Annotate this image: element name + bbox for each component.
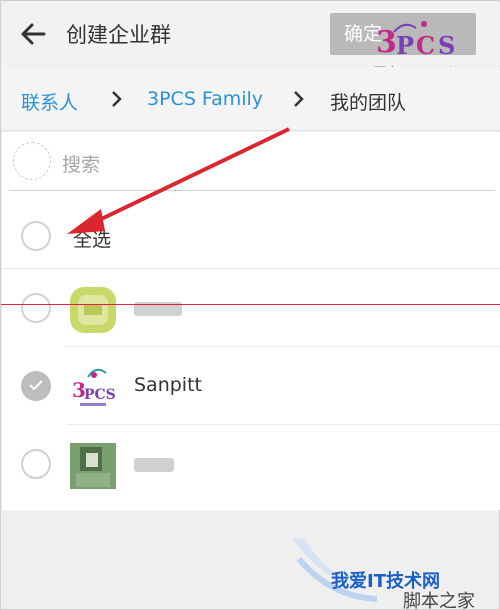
3pcs-avatar-icon: 3 PCS (66, 361, 120, 415)
contact-radio[interactable] (21, 293, 51, 323)
svg-text:PCS: PCS (84, 387, 116, 403)
list-item[interactable] (2, 425, 500, 503)
select-all-label: 全选 (73, 229, 112, 251)
back-arrow-icon[interactable] (20, 19, 46, 49)
search-bar[interactable]: 搜索 (2, 132, 500, 192)
app-screen: 创建企业群 确定 3 P C S 百度ID: Sanpitt 联系人 3PCS … (0, 0, 500, 610)
annotation-line (1, 304, 500, 305)
breadcrumb-3pcs-family[interactable]: 3PCS Family (147, 88, 263, 110)
page-title: 创建企业群 (66, 23, 171, 47)
chevron-right-icon (294, 91, 304, 107)
search-underline (9, 190, 495, 191)
search-placeholder-circle (13, 142, 51, 180)
3pcs-logo-watermark: 3 P C S (376, 21, 455, 60)
blurred-contact-name (134, 458, 174, 472)
breadcrumb-my-team: 我的团队 (330, 92, 407, 114)
list-item[interactable] (2, 269, 500, 347)
contact-list: 搜索 全选 3 PCS Sanpitt (2, 132, 500, 510)
breadcrumb: 联系人 3PCS Family 我的团队 (2, 67, 500, 131)
corner-watermark-text: 脚本之家 (403, 591, 475, 610)
svg-text:3: 3 (376, 25, 397, 60)
checkmark-icon (29, 380, 43, 390)
select-all-row[interactable]: 全选 (2, 205, 500, 269)
blurred-avatar-icon (70, 287, 116, 333)
select-all-radio[interactable] (21, 221, 51, 251)
contact-name: Sanpitt (134, 374, 202, 396)
top-bar: 创建企业群 确定 3 P C S 百度ID: Sanpitt (2, 2, 500, 79)
svg-text:C: C (416, 31, 435, 60)
blurred-avatar-icon (70, 443, 116, 489)
contact-radio-checked[interactable] (21, 371, 51, 401)
chevron-right-icon (112, 91, 122, 107)
search-input[interactable]: 搜索 (62, 150, 100, 177)
svg-text:S: S (438, 31, 455, 60)
contact-radio[interactable] (21, 449, 51, 479)
svg-text:P: P (396, 31, 414, 60)
breadcrumb-contacts[interactable]: 联系人 (21, 88, 78, 115)
list-item[interactable]: 3 PCS Sanpitt (2, 347, 500, 425)
